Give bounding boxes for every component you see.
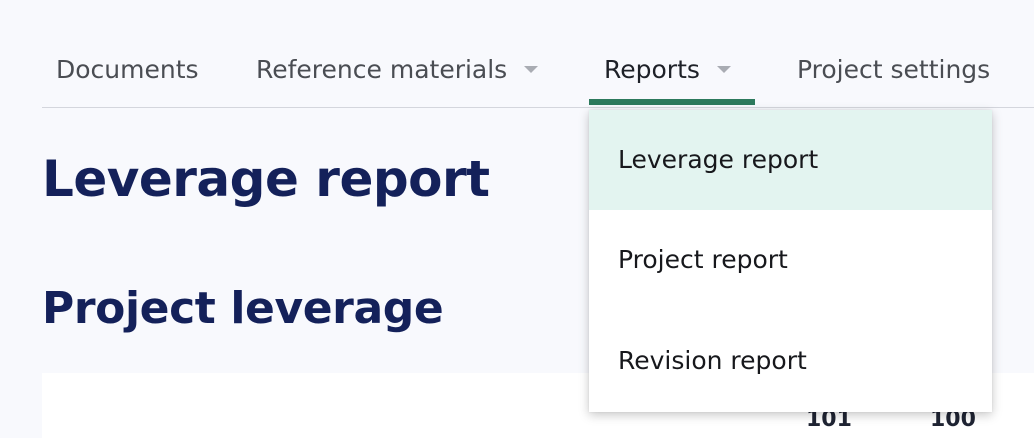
chevron-down-icon[interactable] bbox=[716, 65, 731, 73]
tab-reports-label: Reports bbox=[604, 55, 700, 84]
tab-documents[interactable]: Documents bbox=[56, 52, 199, 88]
chevron-down-icon[interactable] bbox=[524, 65, 539, 73]
menu-item-leverage-report[interactable]: Leverage report bbox=[589, 110, 992, 210]
page-title: Leverage report bbox=[42, 150, 490, 208]
tab-reports[interactable]: Reports bbox=[604, 52, 731, 88]
tab-bar: Documents Reference materials Reports Pr… bbox=[42, 0, 1034, 108]
active-tab-indicator bbox=[589, 99, 755, 105]
reports-dropdown-menu: Leverage report Project report Revision … bbox=[589, 110, 992, 412]
tab-reference-materials[interactable]: Reference materials bbox=[256, 52, 539, 88]
tab-project-settings[interactable]: Project settings bbox=[797, 52, 990, 88]
menu-item-project-report[interactable]: Project report bbox=[589, 210, 992, 310]
tab-reference-materials-label: Reference materials bbox=[256, 55, 508, 84]
tab-project-settings-label: Project settings bbox=[797, 55, 991, 84]
section-title-project-leverage: Project leverage bbox=[42, 283, 444, 334]
menu-item-revision-report[interactable]: Revision report bbox=[589, 311, 992, 411]
tab-documents-label: Documents bbox=[56, 55, 199, 84]
